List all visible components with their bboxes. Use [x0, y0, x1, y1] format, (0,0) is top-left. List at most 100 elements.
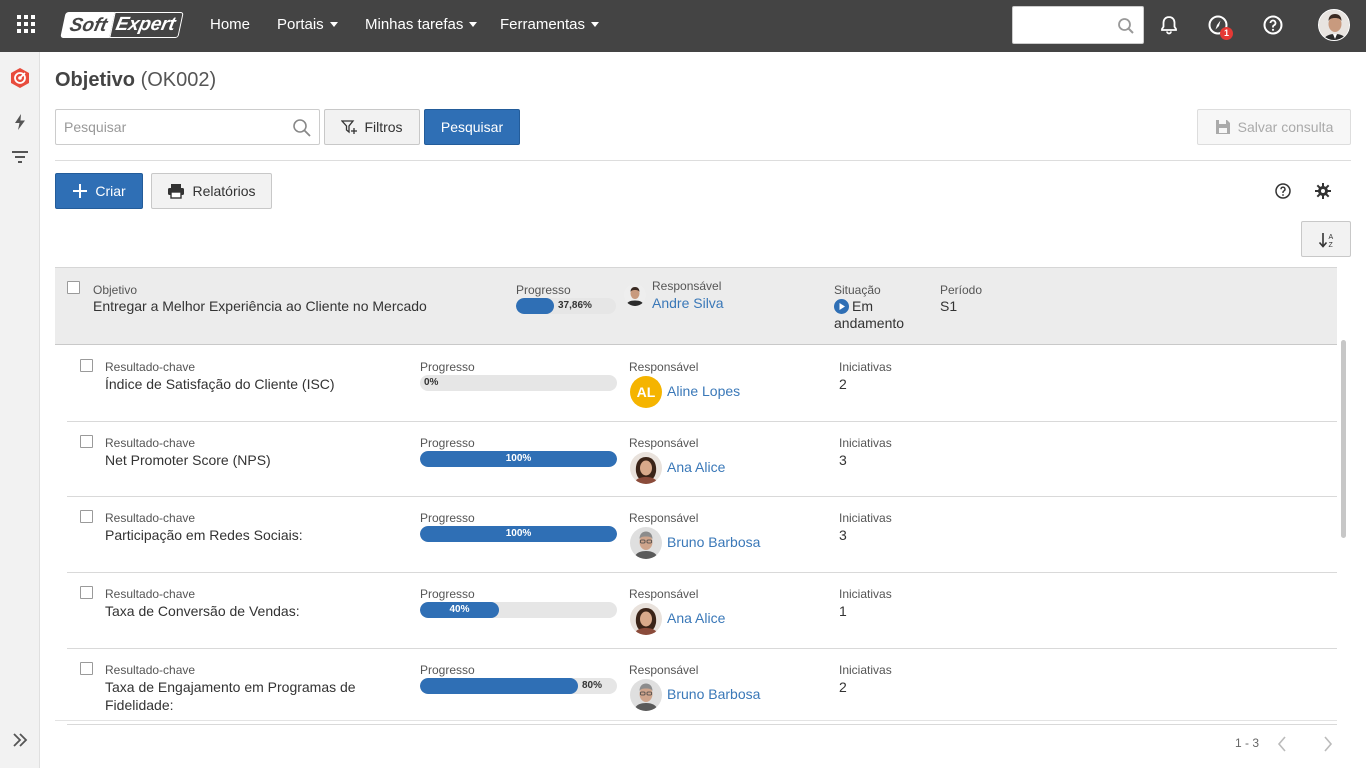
- key-result-checkbox[interactable]: [80, 662, 93, 675]
- left-rail: [0, 52, 40, 768]
- owner-link[interactable]: Ana Alice: [667, 610, 725, 626]
- play-status-icon: [834, 299, 849, 314]
- key-result-row[interactable]: Resultado-chave Índice de Satisfação do C…: [67, 346, 1337, 422]
- filters-button[interactable]: Filtros: [324, 109, 420, 145]
- gear-icon[interactable]: [1314, 182, 1332, 200]
- pager-range: 1 - 3: [1235, 736, 1260, 750]
- softexpert-logo[interactable]: Soft Expert: [60, 12, 191, 38]
- owner-label: Responsável: [652, 279, 722, 293]
- owner-avatar: [630, 527, 662, 559]
- chevron-left-icon[interactable]: [1276, 736, 1288, 752]
- bell-icon[interactable]: [1158, 14, 1180, 36]
- progress-label: Progresso: [420, 663, 475, 677]
- divider: [55, 720, 1337, 721]
- period-value: S1: [940, 298, 958, 314]
- owner-label: Responsável: [629, 436, 699, 450]
- plus-icon: [73, 184, 88, 198]
- create-button[interactable]: Criar: [55, 173, 143, 209]
- key-result-name[interactable]: Participação em Redes Sociais:: [105, 527, 303, 543]
- owner-label: Responsável: [629, 360, 699, 374]
- key-result-row[interactable]: Resultado-chave Net Promoter Score (NPS) P…: [67, 422, 1337, 497]
- key-result-name-2[interactable]: Fidelidade:: [105, 697, 174, 713]
- save-query-button[interactable]: Salvar consulta: [1197, 109, 1351, 145]
- progress-label: Progresso: [420, 360, 475, 374]
- apps-grid-icon[interactable]: [17, 15, 35, 33]
- initiatives-label: Iniciativas: [839, 360, 892, 374]
- progress-label: Progresso: [420, 436, 475, 450]
- objective-checkbox[interactable]: [67, 281, 80, 294]
- nav-minhas-tarefas[interactable]: Minhas tarefas: [365, 16, 478, 33]
- help-icon[interactable]: [1262, 14, 1284, 36]
- expand-double-chevron-icon[interactable]: [9, 729, 31, 751]
- chevron-down-icon: [329, 22, 338, 27]
- lightning-icon[interactable]: [9, 111, 31, 133]
- initiatives-count: 1: [839, 603, 847, 619]
- okr-target-icon[interactable]: [9, 67, 31, 89]
- initiatives-label: Iniciativas: [839, 511, 892, 525]
- progress-text: 100%: [505, 453, 532, 464]
- reports-button[interactable]: Relatórios: [151, 173, 272, 209]
- key-result-progress-bar: 80%: [420, 678, 617, 694]
- owner-link[interactable]: Andre Silva: [652, 295, 724, 311]
- filter-lines-icon[interactable]: [9, 146, 31, 168]
- objective-type-label: Objetivo: [93, 283, 138, 297]
- objective-progress-bar: 37,86%: [516, 298, 616, 314]
- filter-plus-icon: [341, 120, 358, 134]
- owner-link[interactable]: Bruno Barbosa: [667, 686, 760, 702]
- objective-name[interactable]: Entregar a Melhor Experiência ao Cliente…: [93, 298, 427, 314]
- key-result-name[interactable]: Taxa de Conversão de Vendas:: [105, 603, 300, 619]
- key-result-progress-bar: 0%: [420, 375, 617, 391]
- owner-avatar: [630, 679, 662, 711]
- user-avatar[interactable]: [1318, 9, 1350, 41]
- owner-label: Responsável: [629, 663, 699, 677]
- help-icon[interactable]: [1274, 182, 1292, 200]
- notification-badge: 1: [1220, 27, 1233, 40]
- owner-link[interactable]: Ana Alice: [667, 459, 725, 475]
- objective-row[interactable]: Objetivo Entregar a Melhor Experiência a…: [55, 267, 1337, 345]
- nav-portais[interactable]: Portais: [277, 16, 338, 33]
- svg-text:A: A: [1329, 234, 1334, 241]
- owner-avatar: [630, 603, 662, 635]
- key-result-progress-bar: 100%: [420, 451, 617, 467]
- progress-text: 37,86%: [558, 300, 592, 311]
- owner-link[interactable]: Aline Lopes: [667, 383, 740, 399]
- search-icon[interactable]: [1117, 17, 1135, 35]
- key-result-checkbox[interactable]: [80, 586, 93, 599]
- key-result-checkbox[interactable]: [80, 510, 93, 523]
- progress-label: Progresso: [420, 587, 475, 601]
- global-search-input[interactable]: [1012, 6, 1144, 44]
- key-result-checkbox[interactable]: [80, 435, 93, 448]
- key-result-name[interactable]: Taxa de Engajamento em Programas de: [105, 679, 356, 695]
- key-result-row[interactable]: Resultado-chave Taxa de Conversão de Vend…: [67, 573, 1337, 649]
- chevron-right-icon[interactable]: [1322, 736, 1334, 752]
- key-result-row[interactable]: Resultado-chave Taxa de Engajamento em Pr…: [67, 649, 1337, 725]
- key-result-row[interactable]: Resultado-chave Participação em Redes Soc…: [67, 497, 1337, 573]
- divider: [55, 160, 1351, 161]
- key-result-type-label: Resultado-chave: [105, 436, 196, 450]
- initiatives-count: 2: [839, 679, 847, 695]
- owner-link[interactable]: Bruno Barbosa: [667, 534, 760, 550]
- key-result-type-label: Resultado-chave: [105, 360, 196, 374]
- search-icon[interactable]: [292, 118, 312, 138]
- nav-ferramentas[interactable]: Ferramentas: [500, 16, 600, 33]
- nav-home[interactable]: Home: [210, 16, 250, 33]
- initiatives-count: 2: [839, 376, 847, 392]
- svg-text:Z: Z: [1329, 242, 1334, 249]
- status-value: Em: [852, 298, 873, 314]
- search-field[interactable]: [55, 109, 320, 145]
- owner-label: Responsável: [629, 511, 699, 525]
- progress-text: 100%: [505, 528, 532, 539]
- initiatives-count: 3: [839, 452, 847, 468]
- search-input[interactable]: [64, 118, 284, 136]
- key-result-name[interactable]: Índice de Satisfação do Cliente (ISC): [105, 376, 335, 392]
- key-result-name[interactable]: Net Promoter Score (NPS): [105, 452, 271, 468]
- sort-button[interactable]: AZ: [1301, 221, 1351, 257]
- search-button[interactable]: Pesquisar: [424, 109, 520, 145]
- status-label: Situação: [834, 283, 881, 297]
- printer-icon: [168, 184, 185, 199]
- key-result-type-label: Resultado-chave: [105, 663, 196, 677]
- scrollbar[interactable]: [1341, 340, 1346, 538]
- key-result-progress-bar: 40%: [420, 602, 617, 618]
- chevron-down-icon: [469, 22, 478, 27]
- key-result-checkbox[interactable]: [80, 359, 93, 372]
